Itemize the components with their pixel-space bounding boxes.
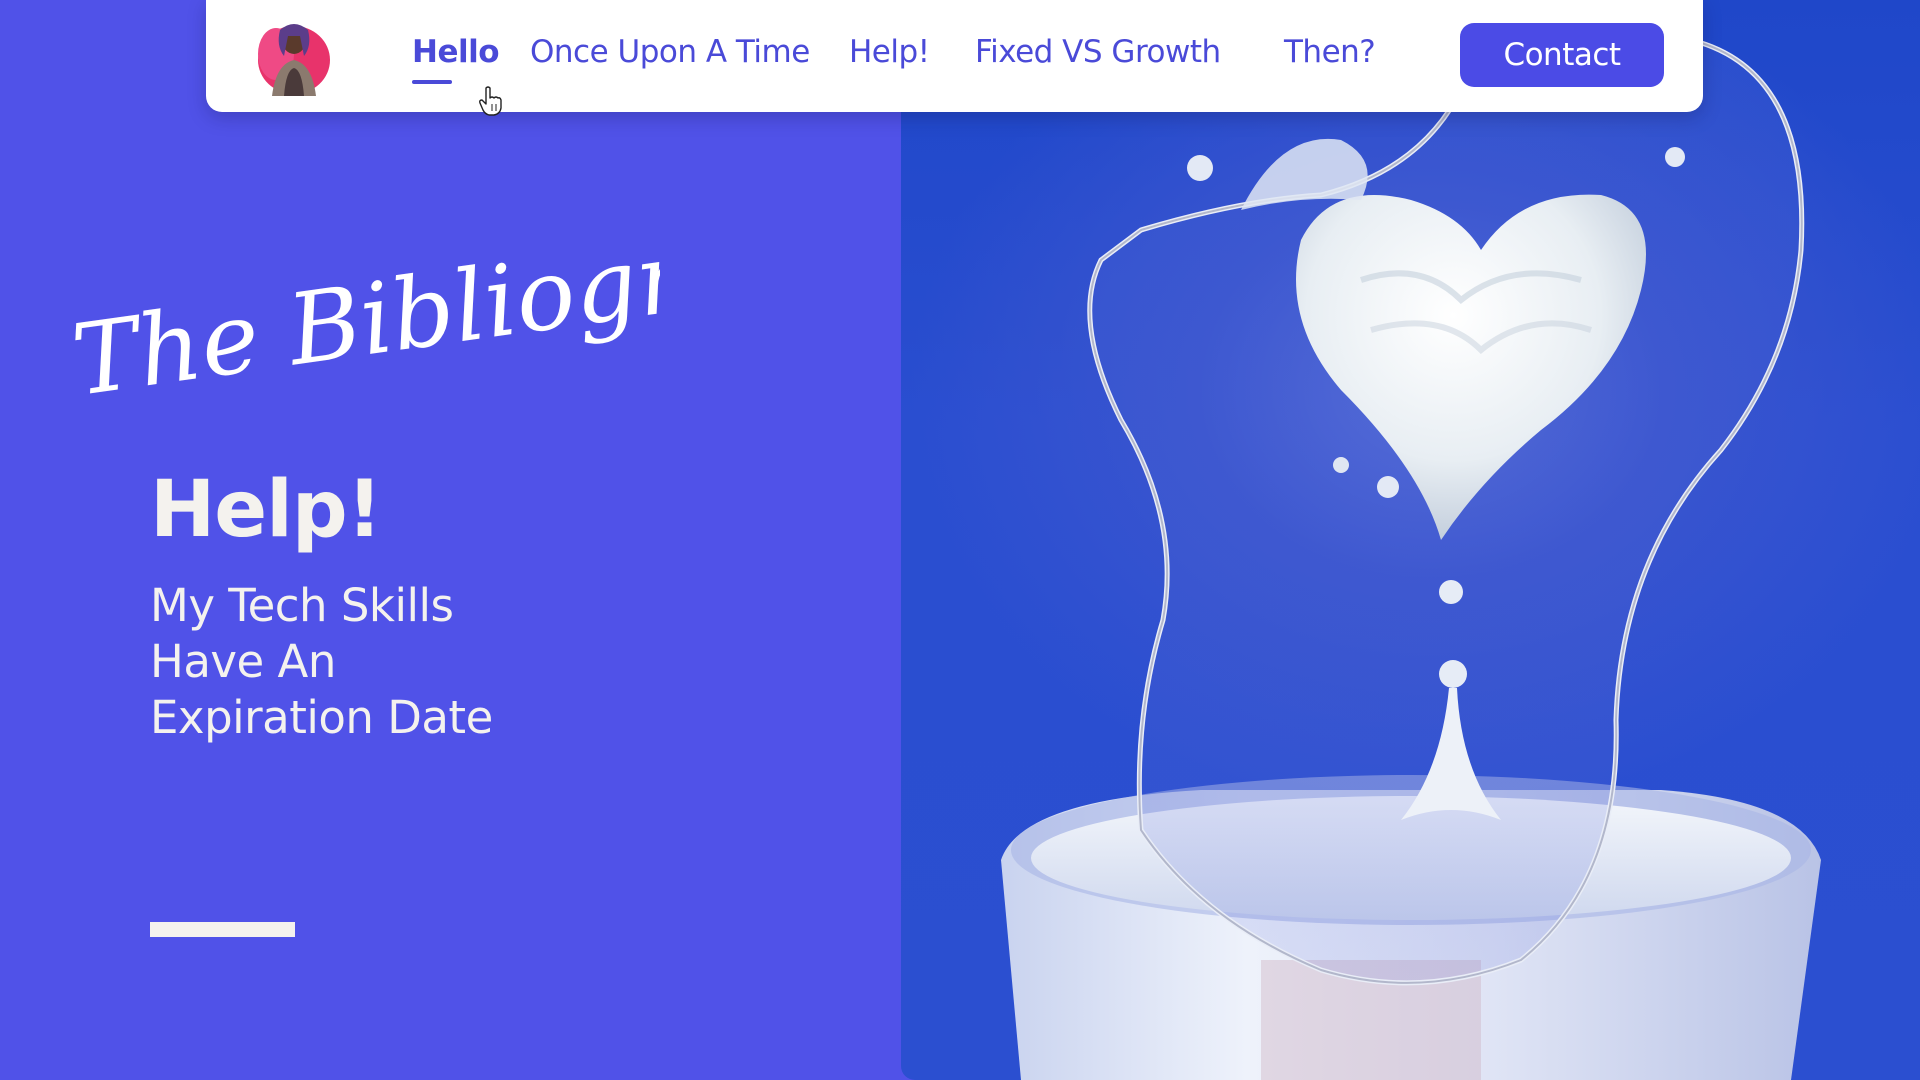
nav-item-then[interactable]: Then? — [1284, 34, 1376, 70]
navbar: Hello Once Upon A Time Help! Fixed VS Gr… — [206, 0, 1703, 112]
avatar[interactable] — [254, 16, 334, 96]
active-nav-indicator — [412, 80, 452, 84]
nav-item-fixed-vs-growth[interactable]: Fixed VS Growth — [975, 34, 1221, 70]
script-title-text: The Bibliography — [66, 215, 660, 395]
nav-item-once-upon-a-time[interactable]: Once Upon A Time — [530, 34, 810, 70]
divider — [150, 922, 295, 937]
nav-item-help[interactable]: Help! — [849, 34, 930, 70]
page-heading: Help! — [150, 465, 382, 555]
nav-item-hello[interactable]: Hello — [412, 34, 500, 70]
hero-image — [901, 0, 1920, 1080]
script-title: The Bibliography — [60, 187, 930, 419]
hand-pointer-icon — [478, 86, 504, 116]
page-subtitle: My Tech Skills Have An Expiration Date — [150, 579, 493, 744]
contact-button[interactable]: Contact — [1460, 23, 1664, 87]
left-panel — [0, 0, 901, 1080]
